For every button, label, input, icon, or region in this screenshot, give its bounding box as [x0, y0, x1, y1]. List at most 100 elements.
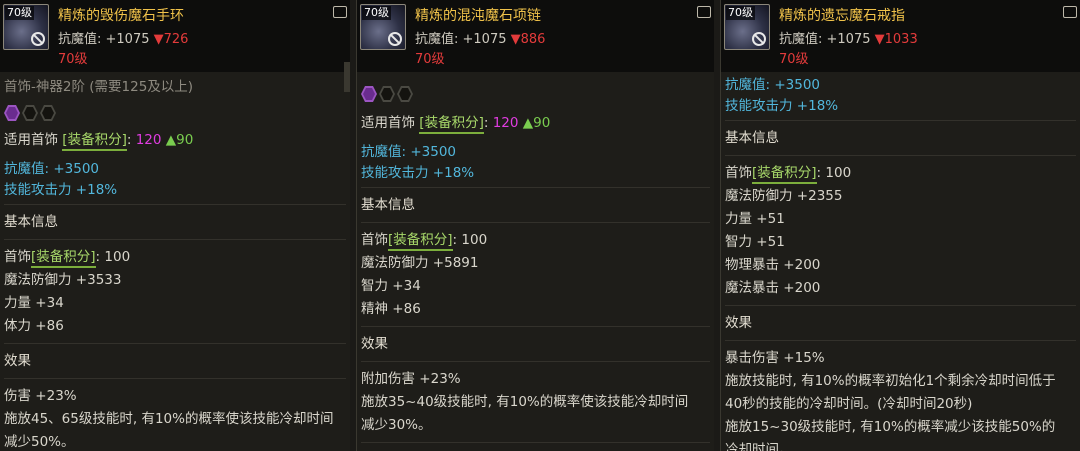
divider — [361, 187, 710, 188]
suit-prefix: 适用首饰 — [361, 115, 415, 131]
effect-line: 伤害 +23% — [4, 388, 77, 404]
attr-intelligence: 智力 +34 — [361, 278, 421, 294]
compare-icon[interactable] — [1063, 6, 1077, 18]
item-icon[interactable]: 70级 — [3, 4, 49, 50]
item-title: 精炼的毁伤魔石手环 — [58, 8, 184, 24]
stat-resist: 抗魔值: +3500 — [4, 161, 100, 177]
basic-score-label: [装备积分] — [752, 164, 817, 184]
resist-text: 抗魔值: +1075 — [415, 32, 507, 47]
score-increase: ▲90 — [522, 115, 551, 131]
resist-drop: ▼726 — [153, 32, 189, 47]
score-value: 120 — [135, 132, 162, 148]
divider — [361, 442, 710, 443]
divider — [725, 340, 1076, 341]
tooltip-body: 抗魔值: +3500 技能攻击力 +18% 基本信息 首饰[装备积分]: 100… — [721, 72, 1080, 451]
divider — [361, 222, 710, 223]
tooltip-body: 适用首饰 [装备积分]: 120 ▲90 抗魔值: +3500 技能攻击力 +1… — [357, 72, 714, 451]
divider — [361, 361, 710, 362]
attr-magic-defense: 魔法防御力 +2355 — [725, 188, 843, 204]
no-trade-icon — [388, 32, 402, 46]
basic-score-label: [装备积分] — [31, 248, 96, 268]
attr-vitality: 体力 +86 — [4, 318, 64, 334]
score-line: 适用首饰 [装备积分]: 120 ▲90 — [361, 112, 710, 135]
resist-drop: ▼1033 — [874, 32, 918, 47]
effect-line: 减少30%。 — [361, 417, 432, 433]
level-requirement: 70级 — [58, 52, 88, 67]
attr-intelligence: 智力 +51 — [725, 234, 785, 250]
socket-icon — [4, 105, 20, 121]
score-label: [装备积分] — [419, 114, 484, 134]
basic-score-value: : 100 — [816, 165, 852, 181]
effect-line: 施放15~30级技能时, 有10%的概率减少该技能50%的 — [725, 419, 1056, 435]
stat-skill-attack: 技能攻击力 +18% — [361, 165, 475, 181]
compare-icon[interactable] — [333, 6, 347, 18]
effect-header: 效果 — [361, 336, 388, 352]
effect-line: 40秒的技能的冷却时间。(冷却时间20秒) — [725, 396, 973, 412]
level-badge: 70级 — [362, 6, 391, 20]
level-requirement: 70级 — [415, 52, 445, 67]
effect-header: 效果 — [4, 353, 31, 369]
item-tooltip-necklace: 70级 精炼的混沌魔石项链 抗魔值: +1075 ▼886 70级 适用首饰 [… — [356, 0, 714, 451]
divider — [4, 378, 346, 379]
tooltip-header: 70级 精炼的遗忘魔石戒指 抗魔值: +1075 ▼1033 70级 — [721, 0, 1080, 72]
level-badge: 70级 — [5, 6, 34, 20]
divider — [725, 120, 1076, 121]
resist-text: 抗魔值: +1075 — [779, 32, 871, 47]
socket-row — [361, 80, 710, 108]
score-label: [装备积分] — [62, 131, 127, 151]
effect-line: 暴击伤害 +15% — [725, 350, 825, 366]
socket-icon — [22, 105, 38, 121]
score-increase: ▲90 — [165, 132, 194, 148]
effect-line: 减少50%。 — [4, 434, 75, 450]
item-tooltip-ring: 70级 精炼的遗忘魔石戒指 抗魔值: +1075 ▼1033 70级 抗魔值: … — [720, 0, 1080, 451]
basic-score-line: 首饰[装备积分]: 100 — [4, 246, 346, 269]
basic-score-line: 首饰[装备积分]: 100 — [725, 162, 1076, 185]
level-badge: 70级 — [726, 6, 755, 20]
tooltip-header: 70级 精炼的混沌魔石项链 抗魔值: +1075 ▼886 70级 — [357, 0, 714, 72]
score-colon: : — [483, 115, 489, 131]
resist-drop: ▼886 — [510, 32, 546, 47]
level-requirement: 70级 — [779, 52, 809, 67]
score-colon: : — [126, 132, 132, 148]
stat-skill-attack: 技能攻击力 +18% — [725, 98, 839, 114]
basic-score-label: [装备积分] — [388, 231, 453, 251]
divider — [4, 343, 346, 344]
resist-value: 抗魔值: +1075 ▼726 — [58, 28, 188, 47]
divider — [725, 155, 1076, 156]
attr-spirit: 精神 +86 — [361, 301, 421, 317]
attr-strength: 力量 +34 — [4, 295, 64, 311]
divider — [4, 239, 346, 240]
socket-icon — [361, 86, 377, 102]
basic-score-value: : 100 — [95, 249, 131, 265]
item-tooltip-bracelet: 70级 精炼的毁伤魔石手环 抗魔值: +1075 ▼726 70级 首饰-神器2… — [0, 0, 350, 451]
basic-info-header: 基本信息 — [361, 197, 415, 213]
attr-magic-defense: 魔法防御力 +5891 — [361, 255, 479, 271]
item-icon[interactable]: 70级 — [360, 4, 406, 50]
basic-prefix: 首饰 — [4, 249, 31, 265]
basic-prefix: 首饰 — [725, 165, 752, 181]
resist-value: 抗魔值: +1075 ▼886 — [415, 28, 545, 47]
effect-line: 施放35~40级技能时, 有10%的概率使该技能冷却时间 — [361, 394, 689, 410]
attr-magic-crit: 魔法暴击 +200 — [725, 280, 821, 296]
item-category: 首饰-神器2阶 (需要125及以上) — [4, 79, 194, 95]
attr-physical-crit: 物理暴击 +200 — [725, 257, 821, 273]
attr-strength: 力量 +51 — [725, 211, 785, 227]
stat-resist: 抗魔值: +3500 — [361, 144, 457, 160]
effect-line: 施放45、65级技能时, 有10%的概率使该技能冷却时间 — [4, 411, 334, 427]
item-icon[interactable]: 70级 — [724, 4, 770, 50]
divider — [361, 326, 710, 327]
effect-line: 附加伤害 +23% — [361, 371, 461, 387]
score-value: 120 — [492, 115, 519, 131]
compare-icon[interactable] — [697, 6, 711, 18]
attr-magic-defense: 魔法防御力 +3533 — [4, 272, 122, 288]
divider — [4, 204, 346, 205]
score-line: 适用首饰 [装备积分]: 120 ▲90 — [4, 129, 346, 152]
tooltip-header: 70级 精炼的毁伤魔石手环 抗魔值: +1075 ▼726 70级 — [0, 0, 350, 92]
no-trade-icon — [31, 32, 45, 46]
effect-header: 效果 — [725, 315, 752, 331]
socket-icon — [40, 105, 56, 121]
stat-resist: 抗魔值: +3500 — [725, 77, 821, 93]
item-title: 精炼的混沌魔石项链 — [415, 8, 541, 24]
stat-skill-attack: 技能攻击力 +18% — [4, 182, 118, 198]
divider — [725, 305, 1076, 306]
